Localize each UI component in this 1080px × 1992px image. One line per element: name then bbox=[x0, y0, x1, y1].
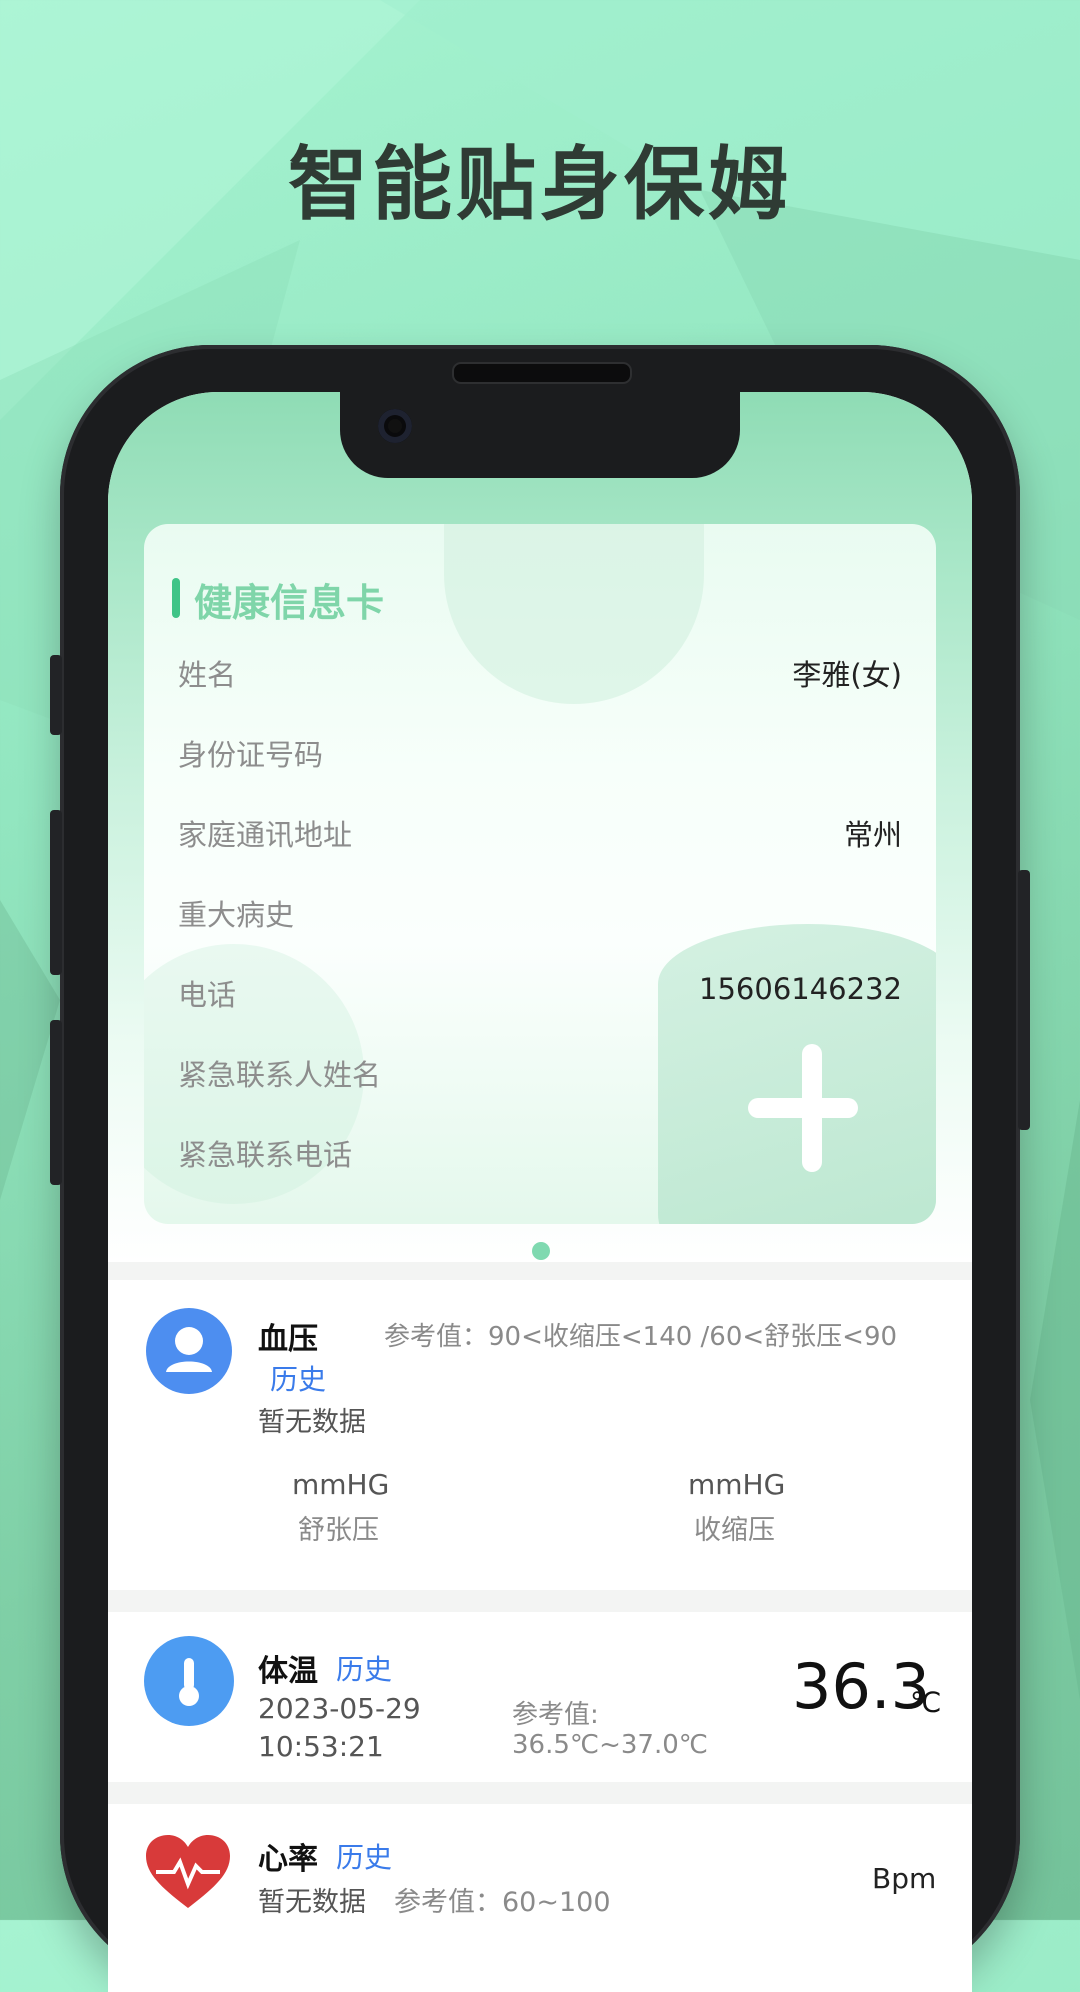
temp-time: 10:53:21 bbox=[258, 1730, 384, 1763]
bp-systolic-label: 收缩压 bbox=[694, 1515, 775, 1546]
info-label: 家庭通讯地址 bbox=[178, 818, 353, 852]
card-title: 健康信息卡 bbox=[172, 572, 384, 627]
hr-history-link[interactable]: 历史 bbox=[336, 1836, 392, 1876]
info-row-name: 姓名 李雅(女) bbox=[178, 652, 902, 702]
info-label: 姓名 bbox=[178, 658, 237, 692]
info-row-id-number: 身份证号码 bbox=[178, 732, 902, 782]
thermometer-icon bbox=[144, 1636, 234, 1726]
front-camera-icon bbox=[378, 409, 412, 443]
temp-history-link[interactable]: 历史 bbox=[336, 1648, 392, 1688]
carousel-indicator[interactable] bbox=[532, 1242, 550, 1260]
info-value: 常州 bbox=[843, 818, 902, 852]
health-info-card[interactable]: 健康信息卡 姓名 李雅(女) 身份证号码 家庭通讯地址 常州 重大病史 电话 1… bbox=[144, 524, 936, 1224]
hr-unit: Bpm bbox=[872, 1862, 937, 1895]
info-value: 15606146232 bbox=[699, 972, 902, 1006]
info-label: 紧急联系人姓名 bbox=[178, 1058, 382, 1092]
temperature-section[interactable]: 体温 历史 2023-05-29 10:53:21 参考值: 36.5℃~37.… bbox=[108, 1612, 972, 1782]
info-label: 电话 bbox=[178, 978, 237, 1012]
temp-reference-range: 36.5℃~37.0℃ bbox=[512, 1730, 708, 1760]
hr-status: 暂无数据 bbox=[258, 1887, 366, 1918]
blood-pressure-section[interactable]: 血压 参考值：90<收缩压<140 /60<舒张压<90 历史 暂无数据 mmH… bbox=[108, 1280, 972, 1590]
phone-side-button bbox=[50, 655, 62, 735]
bp-history-link[interactable]: 历史 bbox=[270, 1358, 326, 1398]
info-row-emergency-contact-phone: 紧急联系电话 bbox=[178, 1132, 902, 1182]
heart-icon bbox=[142, 1832, 234, 1912]
bp-diastolic-label: 舒张压 bbox=[298, 1515, 379, 1546]
bp-diastolic-unit: mmHG bbox=[292, 1468, 390, 1501]
info-row-phone: 电话 15606146232 bbox=[178, 972, 902, 1022]
info-row-medical-history: 重大病史 bbox=[178, 892, 902, 942]
info-row-address: 家庭通讯地址 常州 bbox=[178, 812, 902, 862]
bp-status: 暂无数据 bbox=[258, 1407, 366, 1438]
bp-reference: 参考值：90<收缩压<140 /60<舒张压<90 bbox=[384, 1322, 898, 1352]
headline: 智能贴身保姆 bbox=[288, 138, 792, 231]
hr-title: 心率 bbox=[258, 1842, 318, 1877]
phone-speaker bbox=[452, 362, 632, 384]
phone-volume-up bbox=[50, 810, 62, 975]
info-label: 紧急联系电话 bbox=[178, 1138, 353, 1172]
hr-reference: 参考值：60~100 bbox=[394, 1887, 611, 1918]
phone-volume-down bbox=[50, 1020, 62, 1185]
info-row-emergency-contact-name: 紧急联系人姓名 bbox=[178, 1052, 902, 1102]
info-label: 重大病史 bbox=[178, 898, 295, 932]
heart-rate-section[interactable]: 心率 历史 暂无数据 参考值：60~100 Bpm bbox=[108, 1804, 972, 1992]
bp-systolic-unit: mmHG bbox=[688, 1468, 786, 1501]
temp-unit: ℃ bbox=[910, 1686, 942, 1719]
info-value: 李雅(女) bbox=[792, 658, 902, 692]
temp-title: 体温 bbox=[258, 1654, 318, 1689]
phone-screen: 健康信息卡 姓名 李雅(女) 身份证号码 家庭通讯地址 常州 重大病史 电话 1… bbox=[108, 392, 972, 1992]
person-icon bbox=[146, 1308, 232, 1394]
info-label: 身份证号码 bbox=[178, 738, 324, 772]
bp-title: 血压 bbox=[258, 1322, 318, 1357]
temp-reference-label: 参考值: bbox=[512, 1700, 599, 1730]
phone-power-button bbox=[1018, 870, 1030, 1130]
temp-date: 2023-05-29 bbox=[258, 1692, 421, 1725]
